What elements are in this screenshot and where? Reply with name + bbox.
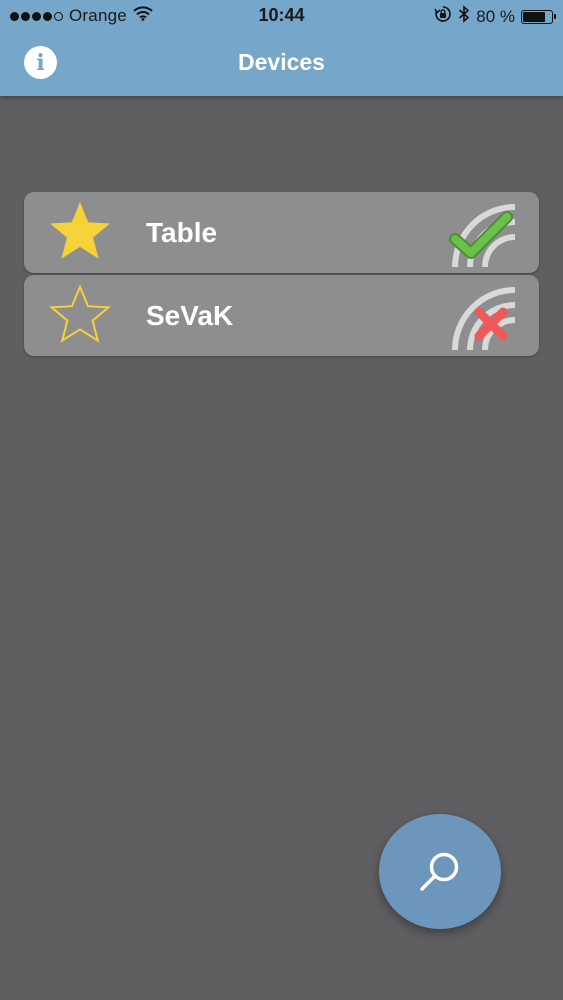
device-row-table[interactable]: Table <box>24 192 539 273</box>
search-button[interactable] <box>379 814 501 929</box>
device-name: SeVaK <box>146 300 234 331</box>
top-bar: Orange 10:44 80 % i Devices <box>0 0 563 96</box>
battery-level <box>523 11 545 22</box>
battery-icon <box>521 9 556 24</box>
search-icon <box>420 852 459 891</box>
device-name: Table <box>146 217 218 248</box>
star-outline-icon[interactable] <box>46 282 114 350</box>
orientation-lock-icon <box>434 5 452 28</box>
star-filled-icon[interactable] <box>46 199 114 267</box>
page-title: Devices <box>238 49 325 75</box>
bluetooth-icon <box>458 5 470 28</box>
device-row-sevak[interactable]: SeVaK <box>24 275 539 356</box>
status-right: 80 % <box>434 5 556 28</box>
device-list: Table SeVaK <box>24 192 539 358</box>
battery-percent: 80 % <box>476 6 515 26</box>
status-bar: Orange 10:44 80 % <box>0 0 563 32</box>
connected-check-icon <box>449 204 515 267</box>
disconnected-x-icon <box>452 287 515 350</box>
